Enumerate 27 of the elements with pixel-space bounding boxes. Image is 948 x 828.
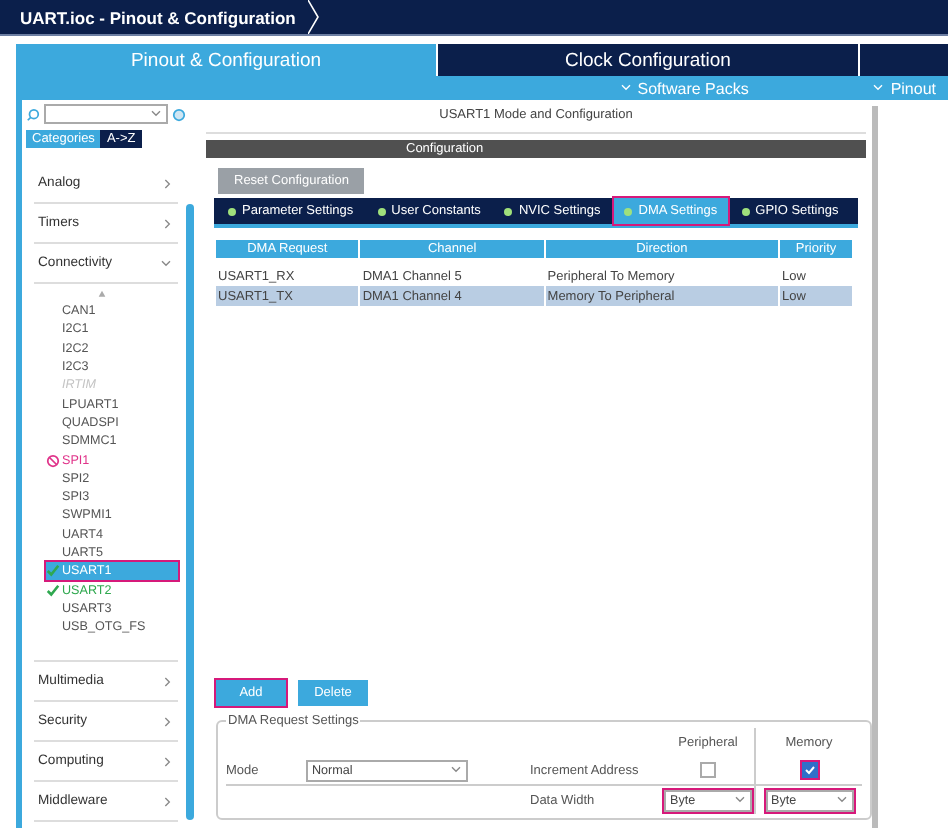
status-dot-icon bbox=[504, 207, 513, 215]
chevron-right-icon bbox=[164, 715, 172, 728]
chevron-down-icon bbox=[835, 796, 847, 804]
chevron-down-icon bbox=[150, 110, 162, 118]
status-dot-icon bbox=[741, 207, 750, 215]
search-field[interactable] bbox=[44, 104, 168, 124]
checkbox[interactable] bbox=[700, 762, 716, 778]
main-tab[interactable]: Clock Configuration bbox=[438, 44, 860, 76]
search-icon bbox=[26, 107, 40, 121]
status-dot-icon bbox=[228, 207, 236, 215]
chevron-right-icon bbox=[164, 675, 172, 688]
chevron-down-icon bbox=[450, 766, 462, 774]
status-dot-icon bbox=[377, 207, 386, 215]
chevron-down-icon bbox=[619, 84, 632, 92]
chevron-down-icon bbox=[160, 259, 172, 267]
chevron-right-icon bbox=[164, 755, 172, 768]
scrollbar[interactable] bbox=[186, 204, 194, 820]
chevron-right-icon bbox=[164, 217, 172, 229]
chevron-right-icon bbox=[164, 177, 172, 189]
sort-icon[interactable] bbox=[98, 290, 106, 298]
status-dot-icon bbox=[624, 207, 633, 215]
scrollbar[interactable] bbox=[872, 106, 878, 828]
chevron-down-icon bbox=[872, 84, 885, 92]
forbidden-icon bbox=[46, 453, 60, 468]
chevron-right-icon bbox=[164, 795, 172, 808]
chevron-down-icon bbox=[734, 796, 746, 804]
checkbox[interactable] bbox=[801, 762, 817, 778]
